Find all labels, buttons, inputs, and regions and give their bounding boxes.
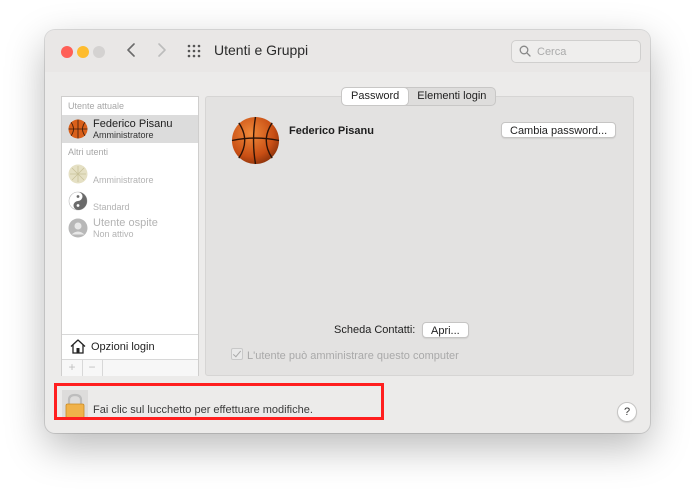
current-user-header: Utente attuale (68, 101, 125, 111)
login-options-item[interactable]: Opzioni login (62, 334, 198, 359)
user-role: Non attivo (93, 229, 134, 239)
user-role: Standard (93, 202, 130, 212)
tab-login-items[interactable]: Elementi login (408, 88, 495, 105)
user-role: Amministratore (93, 130, 154, 140)
search-input[interactable] (535, 42, 639, 62)
minimize-window-button[interactable] (77, 46, 89, 58)
other-users-header: Altri utenti (68, 147, 109, 157)
zoom-window-button[interactable] (93, 46, 105, 58)
open-contact-card-button[interactable]: Apri... (422, 322, 469, 338)
title-bar: Utenti e Gruppi (45, 30, 650, 72)
help-button[interactable]: ? (617, 402, 637, 422)
user-row-other-1[interactable]: Amministratore (62, 160, 198, 188)
highlight-annotation-box (54, 383, 384, 420)
sidebar-toolbar: + − (62, 359, 198, 376)
checkbox-checked-icon (231, 348, 243, 360)
chevron-right-icon (158, 43, 166, 57)
yin-yang-avatar-icon (68, 191, 88, 211)
contacts-card-label: Scheda Contatti: (334, 324, 416, 336)
house-icon (70, 339, 86, 354)
user-name: Utente ospite (93, 217, 158, 229)
back-button[interactable] (122, 40, 142, 60)
close-window-button[interactable] (61, 46, 73, 58)
search-field[interactable] (511, 40, 641, 63)
admin-checkbox[interactable]: L'utente può amministrare questo compute… (231, 348, 459, 362)
chevron-left-icon (127, 43, 135, 57)
search-icon (519, 45, 531, 57)
tab-password[interactable]: Password (342, 88, 409, 105)
dandelion-avatar-icon (68, 164, 88, 184)
user-row-other-2[interactable]: Standard (62, 187, 198, 215)
user-role: Amministratore (93, 175, 154, 185)
user-row-current[interactable]: Federico Pisanu Amministratore (62, 115, 198, 143)
window-title: Utenti e Gruppi (214, 42, 309, 58)
basketball-user-picture-icon[interactable] (231, 116, 280, 165)
user-full-name: Federico Pisanu (289, 125, 374, 137)
admin-checkbox-label: L'utente può amministrare questo compute… (247, 350, 459, 362)
show-all-grid-icon[interactable] (187, 44, 201, 58)
remove-user-button[interactable]: − (82, 360, 103, 376)
change-password-button[interactable]: Cambia password... (501, 122, 617, 138)
guest-avatar-icon (68, 218, 88, 238)
basketball-avatar-icon (68, 119, 88, 139)
preferences-window: Utenti e Gruppi Utente attuale Federico … (45, 30, 650, 433)
forward-button[interactable] (151, 40, 171, 60)
add-user-button[interactable]: + (62, 360, 83, 376)
user-row-guest[interactable]: Utente ospite Non attivo (62, 214, 198, 242)
user-name: Federico Pisanu (93, 118, 173, 130)
users-sidebar: Utente attuale Federico Pisanu Amministr… (61, 96, 199, 376)
tab-bar: Password Elementi login (341, 87, 497, 106)
login-options-label: Opzioni login (91, 341, 155, 353)
